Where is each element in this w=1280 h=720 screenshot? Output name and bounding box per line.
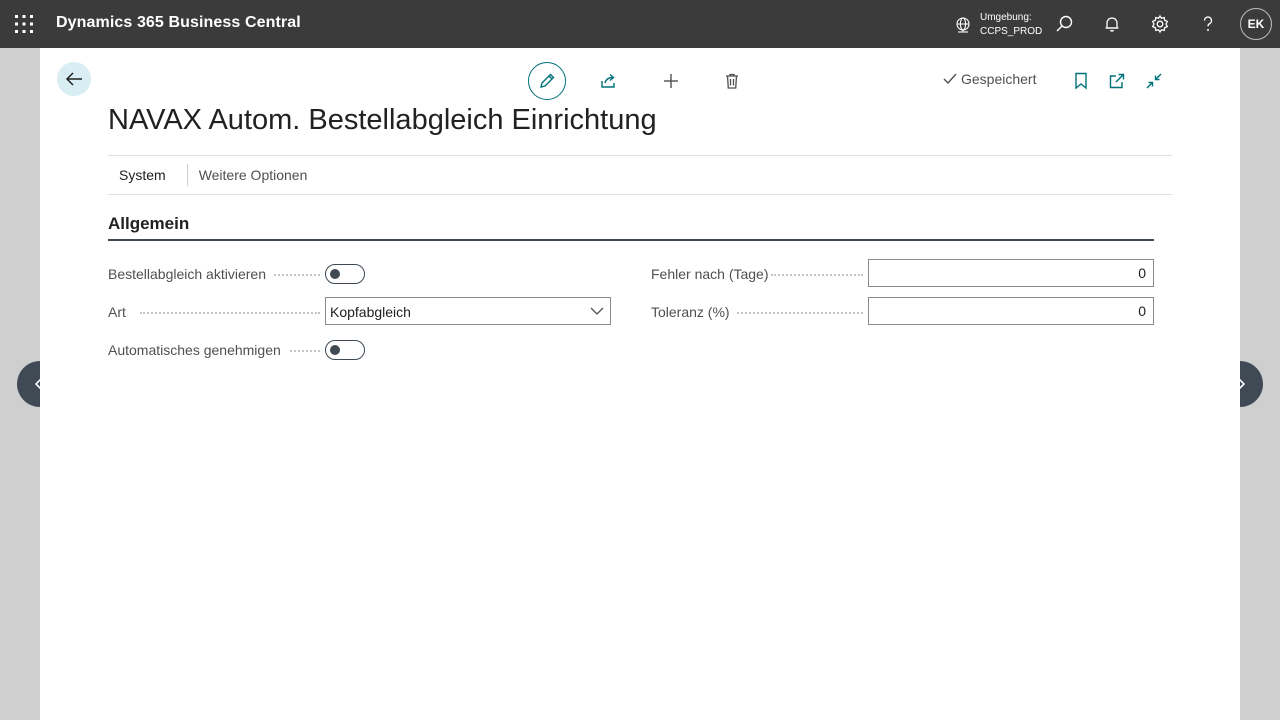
app-launcher-icon[interactable] (14, 14, 34, 34)
open-in-new-window-icon (1109, 73, 1125, 89)
chevron-down-icon (590, 307, 604, 315)
label-leader-dots (771, 274, 863, 276)
top-bar: Dynamics 365 Business Central Umgebung: … (0, 0, 1280, 48)
pencil-icon (540, 73, 555, 88)
page-title: NAVAX Autom. Bestellabgleich Einrichtung (108, 104, 657, 136)
bell-icon[interactable] (1100, 12, 1124, 36)
label-leader-dots (737, 312, 863, 314)
action-tabs: System Weitere Optionen (108, 155, 1172, 195)
trash-icon (726, 73, 738, 89)
collapse-button[interactable] (1144, 71, 1164, 91)
auto-approve-toggle[interactable] (325, 340, 365, 360)
bookmark-button[interactable] (1071, 71, 1091, 91)
saved-status-text: Gespeichert (961, 71, 1037, 87)
checkmark-icon (943, 73, 957, 85)
search-icon[interactable] (1052, 12, 1076, 36)
field-label-auto-approve: Automatisches genehmigen (108, 342, 281, 358)
type-select-value: Kopfabgleich (330, 304, 411, 320)
globe-icon (956, 17, 970, 33)
new-button[interactable] (652, 62, 690, 100)
enable-matching-toggle[interactable] (325, 264, 365, 284)
error-after-days-input[interactable] (868, 259, 1154, 287)
toggle-knob (330, 345, 340, 355)
saved-status: Gespeichert (942, 71, 1036, 87)
label-leader-dots (290, 350, 320, 352)
help-icon[interactable] (1196, 12, 1220, 36)
field-label-type: Art (108, 304, 126, 320)
back-button[interactable] (57, 62, 91, 96)
share-icon (601, 73, 615, 88)
field-label-enable-matching: Bestellabgleich aktivieren (108, 266, 266, 282)
page-card: Gespeichert NAVAX Autom. Bestellabgleich… (40, 48, 1240, 720)
delete-button[interactable] (713, 62, 751, 100)
collapse-icon (1146, 73, 1162, 89)
type-select[interactable]: Kopfabgleich (325, 297, 611, 325)
environment-indicator[interactable]: Umgebung: CCPS_PROD (954, 10, 1042, 40)
tab-divider (186, 164, 188, 186)
label-leader-dots (274, 274, 320, 276)
field-label-tolerance: Toleranz (%) (651, 304, 730, 320)
tolerance-input[interactable] (868, 297, 1154, 325)
gear-icon[interactable] (1148, 12, 1172, 36)
environment-label: Umgebung: (980, 12, 1032, 23)
plus-icon (664, 74, 678, 88)
label-leader-dots (140, 312, 320, 314)
section-title[interactable]: Allgemein (108, 214, 189, 234)
edit-button[interactable] (528, 62, 566, 100)
bookmark-icon (1075, 72, 1087, 90)
app-title[interactable]: Dynamics 365 Business Central (56, 14, 301, 32)
arrow-left-icon (65, 72, 82, 86)
toggle-knob (330, 269, 340, 279)
tab-more-options[interactable]: Weitere Optionen (198, 164, 319, 186)
field-label-error-after-days: Fehler nach (Tage) (651, 266, 769, 282)
user-avatar[interactable]: EK (1240, 8, 1272, 40)
section-divider (108, 239, 1154, 241)
tab-system[interactable]: System (108, 164, 177, 186)
open-new-window-button[interactable] (1107, 71, 1127, 91)
environment-value: CCPS_PROD (980, 26, 1043, 37)
share-button[interactable] (589, 62, 627, 100)
